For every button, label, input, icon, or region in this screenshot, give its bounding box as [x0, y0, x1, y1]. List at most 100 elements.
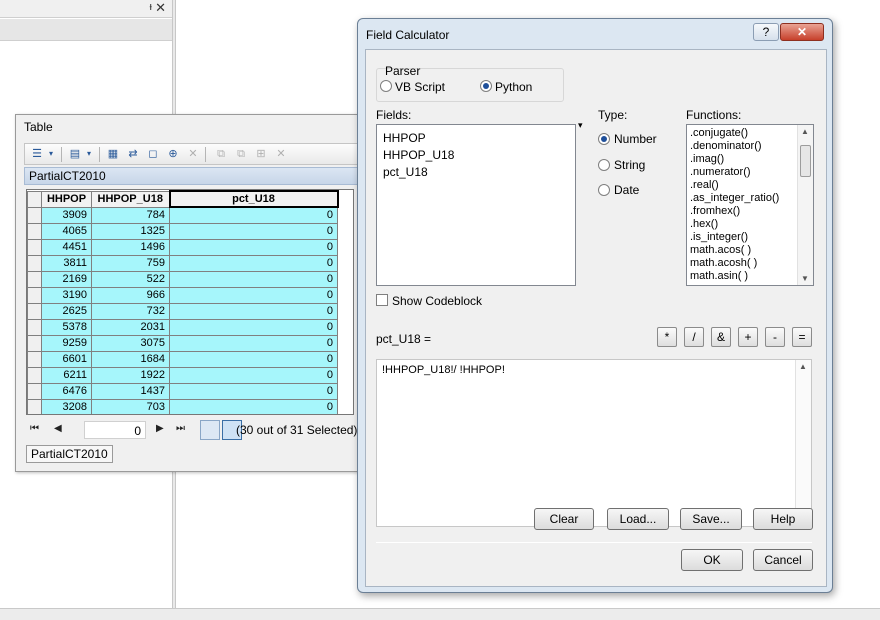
table-cell[interactable]: 0	[169, 366, 338, 384]
cancel-button[interactable]: Cancel	[753, 549, 813, 571]
table-cell[interactable]: 1437	[91, 382, 170, 400]
table-cell[interactable]: 9259	[41, 334, 92, 352]
table-cell[interactable]: 4451	[41, 238, 92, 256]
radio-number[interactable]	[598, 133, 610, 145]
divide-button[interactable]: /	[684, 327, 704, 347]
table-cell[interactable]: 0	[169, 350, 338, 368]
function-item[interactable]: math.asin( )	[690, 270, 748, 282]
column-header[interactable]: HHPOP	[41, 190, 92, 208]
table-cell[interactable]: 3909	[41, 206, 92, 224]
load-button[interactable]: Load...	[607, 508, 669, 530]
record-number-field[interactable]: 0	[84, 421, 146, 439]
equals-button[interactable]: =	[792, 327, 812, 347]
table-row[interactable]: 3811 759 0	[27, 254, 338, 272]
table-cell[interactable]: 0	[169, 318, 338, 336]
plus-button[interactable]: +	[738, 327, 758, 347]
field-item[interactable]: HHPOP_U18	[383, 148, 454, 162]
table-row[interactable]: 5378 2031 0	[27, 318, 338, 336]
table-row[interactable]: 9259 3075 0	[27, 334, 338, 352]
table-row[interactable]: 3190 966 0	[27, 286, 338, 304]
table-cell[interactable]: 0	[169, 270, 338, 288]
table-cell[interactable]: 5378	[41, 318, 92, 336]
radio-string[interactable]	[598, 159, 610, 171]
radio-python[interactable]	[480, 80, 492, 92]
minus-button[interactable]: -	[765, 327, 785, 347]
function-item[interactable]: math.acosh( )	[690, 257, 757, 269]
expression-editor[interactable]: !HHPOP_U18!/ !HHPOP! ▲ ▼	[376, 359, 812, 527]
table-tab[interactable]: PartialCT2010	[26, 445, 113, 463]
function-item[interactable]: .imag()	[690, 153, 724, 165]
fields-scroll-arrow-icon[interactable]: ▾	[578, 120, 583, 131]
add-field-icon[interactable]: ⊞	[253, 147, 269, 161]
clear-selection-icon[interactable]: ◻	[145, 147, 161, 161]
row-selector[interactable]	[27, 350, 42, 368]
show-codeblock-label[interactable]: Show Codeblock	[392, 294, 482, 308]
table-cell[interactable]: 522	[91, 270, 170, 288]
table-cell[interactable]: 3190	[41, 286, 92, 304]
expression-text[interactable]: !HHPOP_U18!/ !HHPOP!	[382, 364, 505, 376]
chevron-down-icon[interactable]: ▾	[43, 147, 59, 161]
help-button[interactable]: Help	[753, 508, 813, 530]
copy-icon[interactable]: ⧉	[213, 147, 229, 161]
column-header[interactable]: pct_U18	[168, 190, 339, 208]
radio-date[interactable]	[598, 184, 610, 196]
pin-icon[interactable]: ᵻ	[150, 1, 152, 13]
row-selector[interactable]	[27, 318, 42, 336]
table-cell[interactable]: 0	[169, 206, 338, 224]
row-selector[interactable]	[27, 398, 42, 414]
field-item[interactable]: HHPOP	[383, 131, 426, 145]
next-record-icon[interactable]: ▶	[156, 423, 164, 434]
function-item[interactable]: .denominator()	[690, 140, 762, 152]
table-cell[interactable]: 3811	[41, 254, 92, 272]
table-cell[interactable]: 732	[91, 302, 170, 320]
help-icon[interactable]: ?	[753, 23, 779, 41]
table-cell[interactable]: 2625	[41, 302, 92, 320]
table-cell[interactable]: 6601	[41, 350, 92, 368]
clear-button[interactable]: Clear	[534, 508, 594, 530]
table-cell[interactable]: 2169	[41, 270, 92, 288]
row-selector[interactable]	[27, 382, 42, 400]
table-cell[interactable]: 759	[91, 254, 170, 272]
function-item[interactable]: .real()	[690, 179, 719, 191]
paste-icon[interactable]: ⧉	[233, 147, 249, 161]
function-item[interactable]: .as_integer_ratio()	[690, 192, 779, 204]
table-cell[interactable]: 703	[91, 398, 170, 414]
field-item[interactable]: pct_U18	[383, 165, 428, 179]
previous-record-icon[interactable]: ◀	[54, 423, 62, 434]
type-option-date[interactable]: Date	[614, 183, 639, 197]
table-cell[interactable]: 1922	[91, 366, 170, 384]
table-row[interactable]: 3208 703 0	[27, 398, 338, 414]
table-cell[interactable]: 784	[91, 206, 170, 224]
table-cell[interactable]: 4065	[41, 222, 92, 240]
table-cell[interactable]: 6211	[41, 366, 92, 384]
table-row[interactable]: 4065 1325 0	[27, 222, 338, 240]
scroll-up-icon[interactable]: ▲	[801, 127, 809, 136]
table-row[interactable]: 2625 732 0	[27, 302, 338, 320]
function-item[interactable]: .fromhex()	[690, 205, 740, 217]
radio-vbscript[interactable]	[380, 80, 392, 92]
table-row[interactable]: 3909 784 0	[27, 206, 338, 224]
table-row[interactable]: 2169 522 0	[27, 270, 338, 288]
functions-list[interactable]: ▲ ▼ .conjugate() .denominator() .imag() .nu…	[686, 124, 814, 286]
table-cell[interactable]: 0	[169, 398, 338, 414]
show-codeblock-checkbox[interactable]	[376, 294, 388, 306]
table-row[interactable]: 6211 1922 0	[27, 366, 338, 384]
row-selector[interactable]	[27, 286, 42, 304]
function-item[interactable]: .hex()	[690, 218, 718, 230]
fields-list[interactable]: HHPOP HHPOP_U18 pct_U18	[376, 124, 576, 286]
function-item[interactable]: math.acos( )	[690, 244, 751, 256]
table-cell[interactable]: 966	[91, 286, 170, 304]
parser-option-python[interactable]: Python	[495, 80, 532, 94]
row-selector[interactable]	[27, 302, 42, 320]
table-cell[interactable]: 1684	[91, 350, 170, 368]
ok-button[interactable]: OK	[681, 549, 743, 571]
switch-selection-icon[interactable]: ⇄	[125, 147, 141, 161]
scroll-down-icon[interactable]: ▼	[801, 274, 809, 283]
delete-icon[interactable]: ✕	[273, 147, 289, 161]
save-button[interactable]: Save...	[680, 508, 742, 530]
table-cell[interactable]: 0	[169, 382, 338, 400]
function-item[interactable]: .conjugate()	[690, 127, 748, 139]
table-cell[interactable]: 2031	[91, 318, 170, 336]
ampersand-button[interactable]: &	[711, 327, 731, 347]
table-cell[interactable]: 3075	[91, 334, 170, 352]
